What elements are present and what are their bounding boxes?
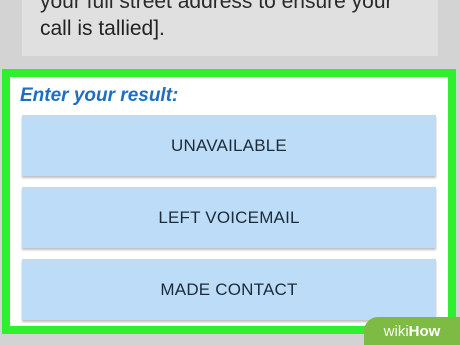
instructions-text: your full street address to ensure your … [40, 0, 438, 42]
wikihow-watermark: wiki How [364, 317, 460, 345]
instructions-line-2: call is tallied]. [40, 17, 165, 40]
instructions-card: your full street address to ensure your … [22, 0, 438, 56]
unavailable-button[interactable]: UNAVAILABLE [22, 115, 436, 176]
result-prompt: Enter your result: [20, 85, 179, 106]
watermark-part-1: wiki [383, 322, 409, 340]
watermark-part-2: How [408, 322, 441, 340]
instructions-line-1: your full street address to ensure your [40, 0, 393, 13]
left-voicemail-button[interactable]: LEFT VOICEMAIL [22, 187, 436, 248]
made-contact-button[interactable]: MADE CONTACT [22, 259, 436, 320]
result-section: Enter your result: UNAVAILABLE LEFT VOIC… [2, 69, 456, 334]
